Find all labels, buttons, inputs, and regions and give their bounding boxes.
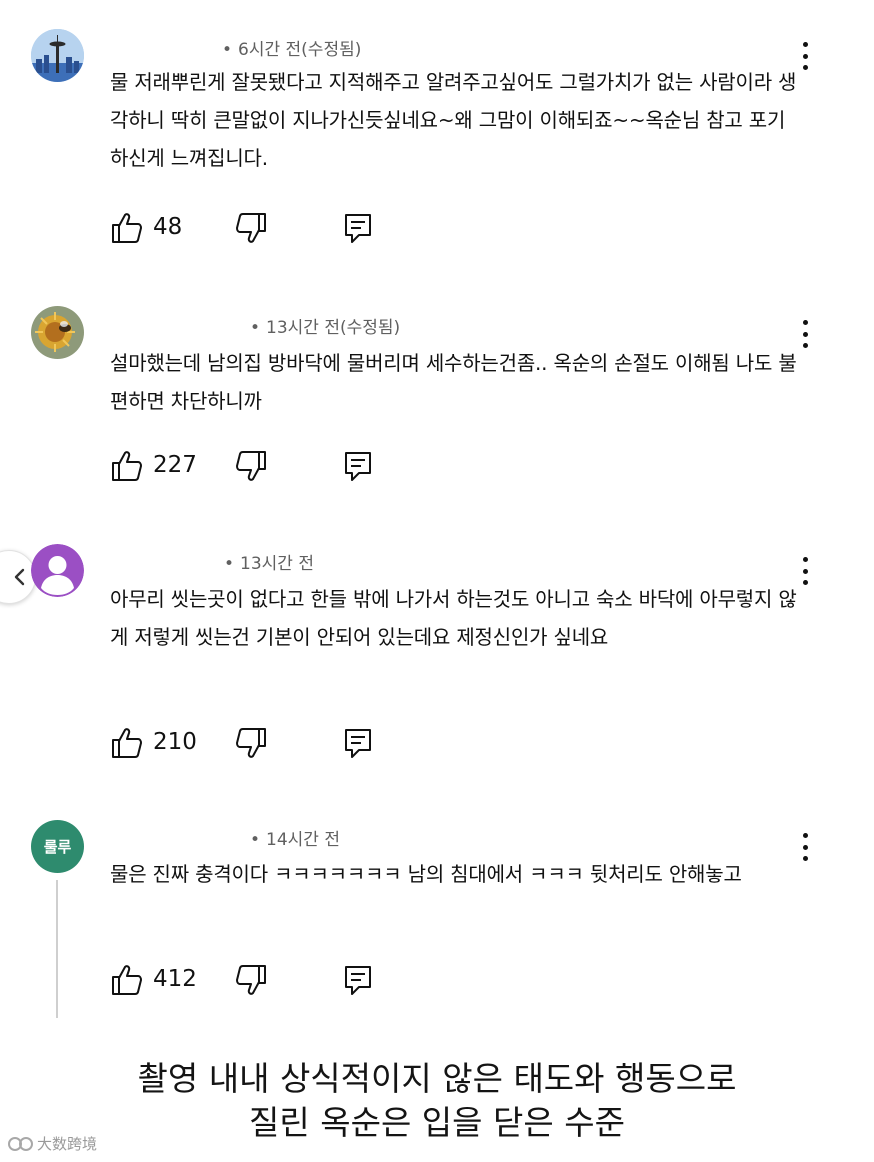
thumbs-down-icon[interactable]	[234, 449, 268, 483]
like-count: 210	[153, 729, 197, 755]
previous-arrow-button[interactable]	[0, 550, 36, 604]
comment-actions: 412	[110, 963, 410, 999]
comment-meta: • 13시간 전	[224, 554, 314, 574]
reply-icon[interactable]	[343, 450, 373, 482]
comment-meta: • 6시간 전(수정됨)	[222, 40, 362, 60]
reply-icon[interactable]	[343, 212, 373, 244]
avatar[interactable]	[31, 29, 84, 82]
comment-meta: • 14시간 전	[250, 830, 340, 850]
like-count: 412	[153, 966, 197, 992]
thumbs-up-icon[interactable]	[110, 211, 144, 245]
watermark: 大数跨境	[8, 1133, 97, 1154]
thumbs-up-icon[interactable]	[110, 963, 144, 997]
avatar[interactable]: 룰루	[31, 820, 84, 873]
thumbs-down-icon[interactable]	[234, 211, 268, 245]
comment-time: 13시간 전(수정됨)	[266, 318, 401, 338]
thread-line	[56, 880, 58, 1018]
flower-bee-avatar-icon	[31, 306, 84, 359]
avatar-initials: 룰루	[43, 838, 72, 856]
comment-meta: • 13시간 전(수정됨)	[250, 318, 401, 338]
default-user-avatar-icon	[31, 544, 84, 597]
thumbs-down-icon[interactable]	[234, 726, 268, 760]
avatar[interactable]	[31, 306, 84, 359]
comment-time: 14시간 전	[266, 830, 340, 850]
space-needle-avatar-icon	[31, 29, 84, 82]
reply-icon[interactable]	[343, 727, 373, 759]
comment-text: 물 저래뿌린게 잘못됐다고 지적해주고 알려주고싶어도 그럴가치가 없는 사람이…	[110, 70, 797, 170]
thumbs-down-icon[interactable]	[234, 963, 268, 997]
caption-line-1: 촬영 내내 상식적이지 않은 태도와 행동으로	[137, 1059, 737, 1098]
comment-text: 물은 진짜 충격이다 ㅋㅋㅋㅋㅋㅋㅋ 남의 침대에서 ㅋㅋㅋ 뒷처리도 안해놓고	[110, 862, 742, 886]
caption-line-2: 질린 옥순은 입을 닫은 수준	[249, 1103, 625, 1142]
like-count: 48	[153, 214, 183, 240]
thumbs-up-icon[interactable]	[110, 449, 144, 483]
comment-time: 6시간 전(수정됨)	[238, 40, 362, 60]
comment-actions: 210	[110, 726, 410, 762]
like-count: 227	[153, 452, 197, 478]
reply-icon[interactable]	[343, 964, 373, 996]
thumbs-up-icon[interactable]	[110, 726, 144, 760]
comment-actions: 48	[110, 211, 410, 247]
comment-actions: 227	[110, 449, 410, 485]
chevron-left-icon	[14, 568, 25, 586]
comment-text: 아무리 씻는곳이 없다고 한들 밖에 나가서 하는것도 아니고 숙소 바닥에 아…	[110, 587, 797, 649]
comment-time: 13시간 전	[240, 554, 314, 574]
avatar[interactable]	[31, 544, 84, 597]
watermark-logo-icon	[8, 1137, 33, 1151]
comment-text: 설마했는데 남의집 방바닥에 물버리며 세수하는건좀.. 옥순의 손절도 이해됨…	[110, 351, 797, 413]
watermark-text: 大数跨境	[37, 1135, 98, 1153]
